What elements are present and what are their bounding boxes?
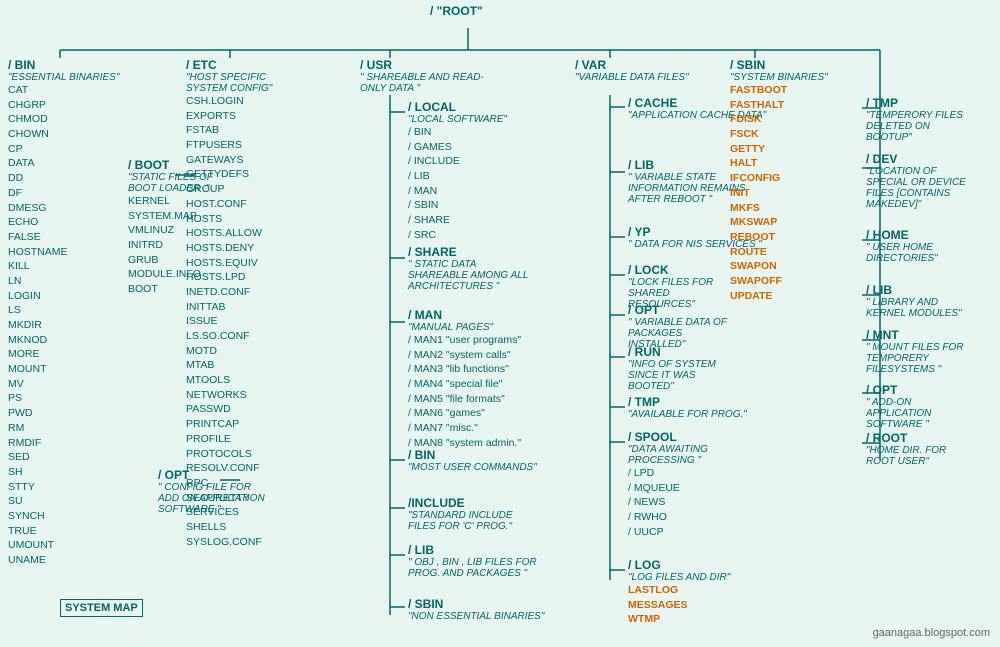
sbin-list: FASTBOOT FASTHALT FDISK FSCK GETTY HALT …: [730, 83, 828, 303]
usr-include-desc: "STANDARD INCLUDE FILES FOR 'C' PROG.": [408, 510, 538, 532]
usr-bin-title: / BIN: [408, 448, 537, 462]
var-spool-list: / LPD / MQUEUE / NEWS / RWHO / UUCP: [628, 466, 728, 539]
var-tmp-desc: "AVAILABLE FOR PROG.": [628, 409, 747, 420]
watermark: gaanagaa.blogspot.com: [873, 627, 990, 639]
usr-bin-node: / BIN "MOST USER COMMANDS": [408, 448, 537, 473]
opt-etc-title: / OPT: [158, 468, 268, 482]
var-spool-desc: "DATA AWAITING PROCESSING ": [628, 444, 728, 466]
bin-list: CATCHGRPCHMODCHOWNCP DATADDDFDMESGECHO F…: [8, 83, 119, 568]
root-title: / "ROOT": [430, 4, 483, 18]
usr-title: / USR: [360, 58, 500, 72]
mnt-node: / MNT " MOUNT FILES FOR TEMPORERY FILESY…: [866, 328, 976, 375]
var-opt-node: / OPT " VARIABLE DATA OF PACKAGES INSTAL…: [628, 303, 738, 350]
var-log-desc: "LOG FILES AND DIR": [628, 572, 730, 583]
usr-bin-desc: "MOST USER COMMANDS": [408, 462, 537, 473]
usr-sbin-desc: "NON ESSENTIAL BINARIES": [408, 611, 544, 622]
usr-sbin-node: / SBIN "NON ESSENTIAL BINARIES": [408, 597, 544, 622]
var-run-desc: "INFO OF SYSTEM SINCE IT WAS BOOTED": [628, 359, 738, 392]
tmp-node: / TMP "TEMPERORY FILES DELETED ON BOOTUP…: [866, 96, 976, 143]
bin-desc: "ESSENTIAL BINARIES": [8, 72, 119, 83]
dev-node: / DEV "LOCATION OF SPECIAL OR DEVICE FIL…: [866, 152, 981, 210]
mnt-title: / MNT: [866, 328, 976, 342]
var-log-title: / LOG: [628, 558, 730, 572]
boot-desc: "STATIC FILES OF BOOT LOADER .": [128, 172, 228, 194]
boot-list: KERNELSYSTEM.MAPVMLINUZINITRD GRUBMODULE…: [128, 194, 228, 297]
home-node: / HOME " USER HOME DIRECTORIES": [866, 228, 1000, 264]
usr-local-title: / LOCAL: [408, 100, 507, 114]
usr-sbin-title: / SBIN: [408, 597, 544, 611]
home-desc: " USER HOME DIRECTORIES": [866, 242, 1000, 264]
etc-desc: "HOST SPECIFIC SYSTEM CONFIG": [186, 72, 306, 94]
usr-desc: " SHAREABLE AND READ-ONLY DATA ": [360, 72, 500, 94]
usr-man-title: / MAN: [408, 308, 521, 322]
bin-node: / BIN "ESSENTIAL BINARIES" CATCHGRPCHMOD…: [8, 58, 119, 568]
var-run-title: / RUN: [628, 345, 738, 359]
lib-node: / LIB " LIBRARY AND KERNEL MODULES": [866, 283, 976, 319]
var-log-list: LASTLOG MESSAGES WTMP: [628, 583, 730, 627]
usr-lib-node: / LIB " OBJ , BIN , LIB FILES FOR PROG. …: [408, 543, 538, 579]
usr-share-title: / SHARE: [408, 245, 538, 259]
root-home-node: / ROOT "HOME DIR. FOR ROOT USER": [866, 431, 976, 467]
var-desc: "VARIABLE DATA FILES": [575, 72, 689, 83]
boot-node: / BOOT "STATIC FILES OF BOOT LOADER ." K…: [128, 158, 228, 297]
usr-local-node: / LOCAL "LOCAL SOFTWARE" / BIN/ GAMES/ I…: [408, 100, 507, 243]
dev-desc: "LOCATION OF SPECIAL OR DEVICE FILES [CO…: [866, 166, 981, 210]
lib-title: / LIB: [866, 283, 976, 297]
var-tmp-node: / TMP "AVAILABLE FOR PROG.": [628, 395, 747, 420]
var-spool-node: / SPOOL "DATA AWAITING PROCESSING " / LP…: [628, 430, 728, 539]
opt-desc: " ADD-ON APPLICATION SOFTWARE ": [866, 397, 976, 430]
page: / "ROOT" / BIN "ESSENTIAL BINARIES" CATC…: [0, 0, 1000, 647]
usr-local-desc: "LOCAL SOFTWARE": [408, 114, 507, 125]
root-home-desc: "HOME DIR. FOR ROOT USER": [866, 445, 976, 467]
usr-local-list: / BIN/ GAMES/ INCLUDE/ LIB / MAN/ SBIN/ …: [408, 125, 507, 243]
var-tmp-title: / TMP: [628, 395, 747, 409]
lib-desc: " LIBRARY AND KERNEL MODULES": [866, 297, 976, 319]
var-log-node: / LOG "LOG FILES AND DIR" LASTLOG MESSAG…: [628, 558, 730, 627]
var-spool-title: / SPOOL: [628, 430, 728, 444]
system-map-label: SYSTEM MAP: [60, 599, 143, 617]
usr-man-node: / MAN "MANUAL PAGES" / MAN1 "user progra…: [408, 308, 521, 451]
usr-lib-title: / LIB: [408, 543, 538, 557]
usr-share-desc: " STATIC DATA SHAREABLE AMONG ALL ARCHIT…: [408, 259, 538, 292]
var-lock-title: / LOCK: [628, 263, 738, 277]
root-home-title: / ROOT: [866, 431, 976, 445]
opt-etc-desc: " CONFIG FILE FOR ADD ON APPLICATION SOF…: [158, 482, 268, 515]
root-node: / "ROOT": [430, 4, 483, 18]
var-run-node: / RUN "INFO OF SYSTEM SINCE IT WAS BOOTE…: [628, 345, 738, 392]
sbin-desc: "SYSTEM BINARIES": [730, 72, 828, 83]
sbin-node: / SBIN "SYSTEM BINARIES" FASTBOOT FASTHA…: [730, 58, 828, 303]
opt-node: / OPT " ADD-ON APPLICATION SOFTWARE ": [866, 383, 976, 430]
var-opt-title: / OPT: [628, 303, 738, 317]
usr-share-node: / SHARE " STATIC DATA SHAREABLE AMONG AL…: [408, 245, 538, 292]
usr-man-desc: "MANUAL PAGES": [408, 322, 521, 333]
sbin-title: / SBIN: [730, 58, 828, 72]
opt-etc-node: / OPT " CONFIG FILE FOR ADD ON APPLICATI…: [158, 468, 268, 515]
bin-title: / BIN: [8, 58, 119, 72]
tmp-desc: "TEMPERORY FILES DELETED ON BOOTUP": [866, 110, 976, 143]
home-title: / HOME: [866, 228, 1000, 242]
tmp-title: / TMP: [866, 96, 976, 110]
usr-include-title: /INCLUDE: [408, 496, 538, 510]
opt-title: / OPT: [866, 383, 976, 397]
var-node: / VAR "VARIABLE DATA FILES": [575, 58, 689, 83]
usr-lib-desc: " OBJ , BIN , LIB FILES FOR PROG. AND PA…: [408, 557, 538, 579]
boot-title: / BOOT: [128, 158, 228, 172]
var-title: / VAR: [575, 58, 689, 72]
usr-man-list: / MAN1 "user programs" / MAN2 "system ca…: [408, 333, 521, 451]
usr-node: / USR " SHAREABLE AND READ-ONLY DATA ": [360, 58, 500, 94]
usr-include-node: /INCLUDE "STANDARD INCLUDE FILES FOR 'C'…: [408, 496, 538, 532]
mnt-desc: " MOUNT FILES FOR TEMPORERY FILESYSTEMS …: [866, 342, 976, 375]
dev-title: / DEV: [866, 152, 981, 166]
etc-title: / ETC: [186, 58, 306, 72]
